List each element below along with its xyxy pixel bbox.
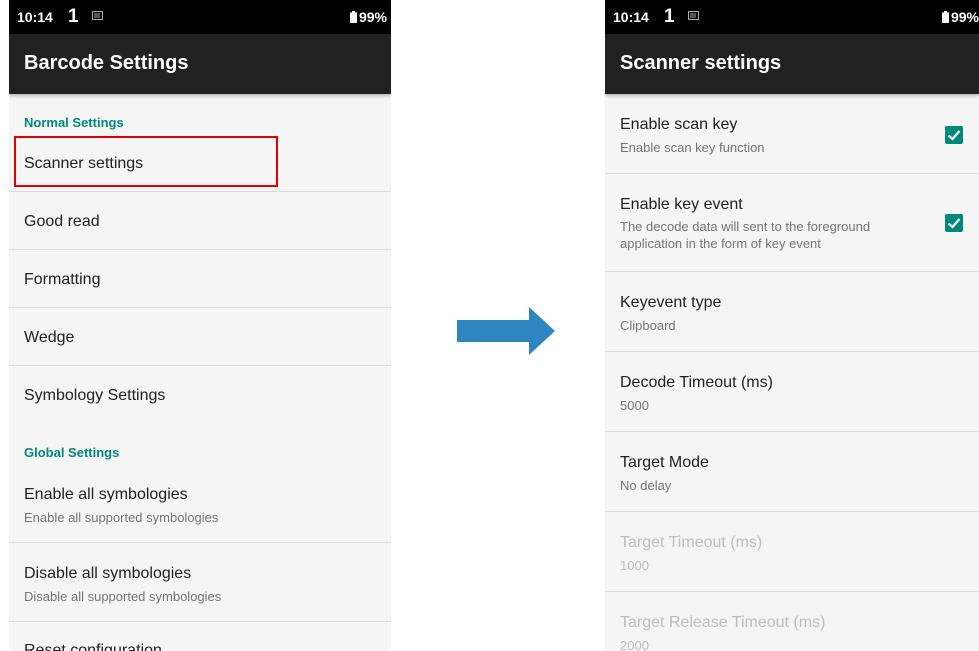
list-item-title: Good read (24, 213, 100, 230)
scanner-settings-screen: 10:14 1 99% Scanner settings Enable scan… (605, 0, 979, 651)
list-item-symbology-settings[interactable]: Symbology Settings (9, 366, 391, 423)
list-item-enable-scan-key[interactable]: Enable scan key Enable scan key function (605, 94, 979, 174)
list-item-subtitle: 2000 (620, 638, 649, 651)
page-title: Barcode Settings (24, 52, 189, 74)
highlight-box (14, 136, 278, 187)
settings-list: Normal Settings Scanner settings Good re… (9, 94, 391, 651)
list-item-title: Reset configuration (24, 642, 162, 651)
status-bar: 10:14 1 99% (605, 0, 979, 34)
list-item-title: Target Mode (620, 454, 709, 471)
list-item-subtitle: Enable all supported symbologies (24, 510, 219, 525)
settings-list: Enable scan key Enable scan key function… (605, 94, 979, 651)
notification-count: 1 (664, 6, 675, 27)
list-item-target-timeout: Target Timeout (ms) 1000 (605, 512, 979, 592)
list-item-subtitle: 5000 (620, 398, 649, 413)
list-item-subtitle: Clipboard (620, 318, 676, 333)
list-item-title: Disable all symbologies (24, 565, 192, 582)
list-item-subtitle: Disable all supported symbologies (24, 589, 222, 604)
list-item-disable-all-symbologies[interactable]: Disable all symbologies Disable all supp… (9, 543, 391, 622)
list-item-subtitle: No delay (620, 478, 672, 493)
app-bar: Barcode Settings (9, 34, 391, 94)
battery-percent: 99% (950, 9, 979, 25)
list-item-title: Decode Timeout (ms) (620, 374, 773, 391)
category-global-settings: Global Settings (24, 445, 120, 460)
list-item-subtitle: The decode data will sent to the foregro… (620, 219, 871, 234)
status-time: 10:14 (17, 9, 53, 25)
list-item-title: Target Timeout (ms) (620, 534, 763, 551)
app-bar: Scanner settings (605, 34, 979, 94)
list-item-enable-key-event[interactable]: Enable key event The decode data will se… (605, 174, 979, 272)
list-item-title: Enable all symbologies (24, 486, 188, 503)
list-item-keyevent-type[interactable]: Keyevent type Clipboard (605, 272, 979, 352)
list-item-title: Symbology Settings (24, 387, 166, 404)
list-item-good-read[interactable]: Good read (9, 192, 391, 250)
battery-icon (350, 11, 357, 23)
status-time: 10:14 (613, 9, 649, 25)
list-item-wedge[interactable]: Wedge (9, 308, 391, 366)
status-bar: 10:14 1 99% (9, 0, 391, 34)
list-item-subtitle: 1000 (620, 558, 649, 573)
battery-icon (942, 11, 949, 23)
battery-percent: 99% (358, 9, 387, 25)
page-title: Scanner settings (620, 52, 782, 74)
checkmark-icon (947, 130, 961, 141)
list-item-title: Wedge (24, 329, 75, 346)
list-item-title: Keyevent type (620, 294, 722, 311)
list-item-title: Enable key event (620, 196, 743, 213)
list-item-formatting[interactable]: Formatting (9, 250, 391, 308)
category-normal-settings: Normal Settings (24, 115, 124, 130)
list-item-title: Enable scan key (620, 116, 738, 133)
list-item-target-release-timeout: Target Release Timeout (ms) 2000 (605, 592, 979, 651)
enable-scan-key-checkbox[interactable] (945, 126, 963, 144)
scanner-notification-icon (688, 11, 699, 20)
list-item-subtitle: application in the form of key event (620, 236, 821, 251)
right-arrow-icon (457, 307, 555, 355)
enable-key-event-checkbox[interactable] (945, 214, 963, 232)
checkmark-icon (947, 218, 961, 229)
notification-count: 1 (68, 6, 79, 27)
list-item-title: Target Release Timeout (ms) (620, 614, 826, 631)
list-item-reset-configuration[interactable]: Reset configuration (9, 622, 391, 651)
scanner-notification-icon (92, 11, 103, 20)
list-item-enable-all-symbologies[interactable]: Enable all symbologies Enable all suppor… (9, 464, 391, 543)
barcode-settings-screen: 10:14 1 99% Barcode Settings Normal Sett… (9, 0, 391, 651)
list-item-subtitle: Enable scan key function (620, 140, 765, 155)
list-item-decode-timeout[interactable]: Decode Timeout (ms) 5000 (605, 352, 979, 432)
list-item-target-mode[interactable]: Target Mode No delay (605, 432, 979, 512)
list-item-title: Formatting (24, 271, 101, 288)
